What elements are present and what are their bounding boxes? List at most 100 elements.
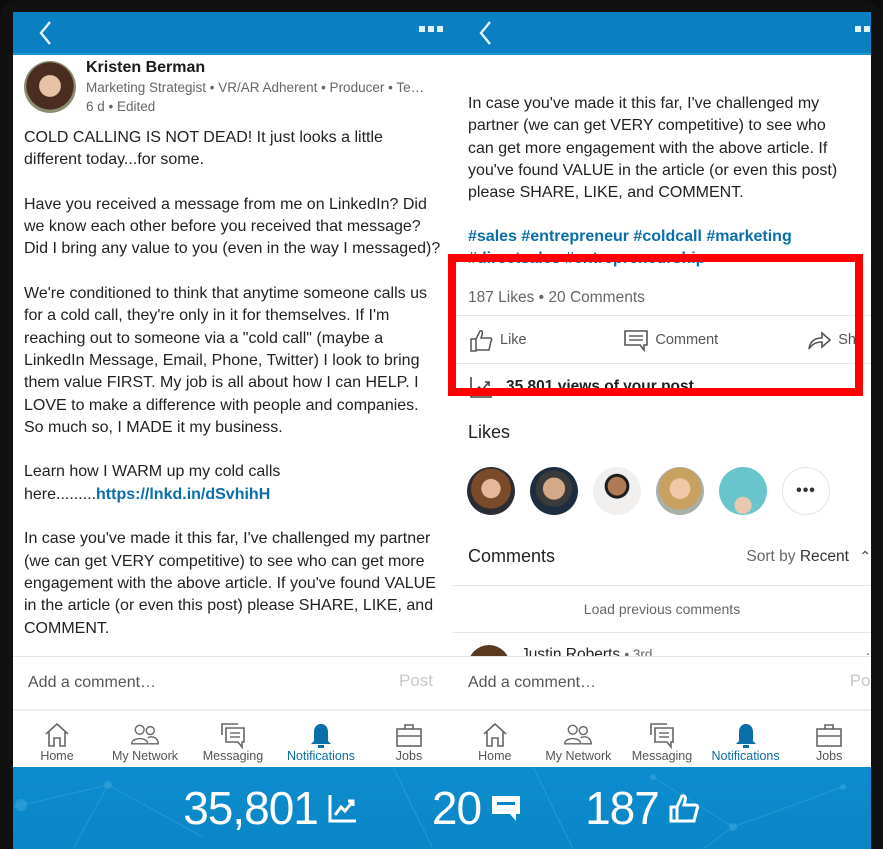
tab-label: My Network — [545, 749, 612, 763]
commenter-name[interactable]: Justin Roberts • 3rd — [521, 646, 652, 656]
chevron-left-icon — [479, 21, 491, 45]
tab-label: My Network — [112, 749, 178, 763]
post-content: Kristen Berman Marketing Strategist • VR… — [13, 57, 453, 656]
post-body: In case you've made it this far, I've ch… — [453, 93, 871, 270]
tab-messaging[interactable]: Messaging — [620, 711, 704, 767]
comment-button[interactable]: Comment — [623, 327, 806, 353]
post-body: COLD CALLING IS NOT DEAD! It just looks … — [13, 127, 453, 640]
comment-icon — [624, 330, 649, 353]
post-paragraph: In case you've made it this far, I've ch… — [24, 530, 436, 637]
liker-avatar[interactable] — [593, 467, 641, 516]
bottom-tab-bar: Home My Network Messaging Notifications … — [453, 711, 871, 767]
thumbs-up-icon — [669, 794, 699, 823]
network-icon — [564, 724, 593, 745]
tab-my-network[interactable]: My Network — [537, 711, 621, 767]
liker-avatar[interactable] — [530, 467, 578, 516]
tab-jobs[interactable]: Jobs — [365, 711, 453, 767]
liker-avatar[interactable] — [656, 467, 704, 516]
social-counts[interactable]: 187 Likes • 20 Comments — [453, 280, 871, 317]
stats-row: 35,801 20 187 — [13, 781, 871, 835]
comment-composer: Post — [13, 656, 453, 711]
messaging-icon — [221, 723, 245, 749]
sort-chevron-icon: ⌃ — [859, 548, 871, 565]
views-count-text: 35,801 views of your post — [506, 378, 694, 396]
like-button[interactable]: Like — [468, 327, 623, 353]
post-actions: Like Comment Sh — [453, 316, 871, 365]
author-name[interactable]: Kristen Berman — [86, 59, 205, 77]
messaging-icon — [650, 723, 674, 749]
comment-more-button[interactable]: ·· — [866, 645, 871, 656]
post-views[interactable]: 35,801 views of your post — [453, 364, 871, 410]
post-comment-button[interactable]: Pos — [850, 671, 871, 691]
article-link[interactable]: https://lnkd.in/dSvhihH — [96, 486, 270, 503]
tab-messaging[interactable]: Messaging — [189, 711, 277, 767]
tab-notifications[interactable]: Notifications — [704, 711, 788, 767]
comment-input[interactable] — [28, 667, 348, 699]
comments-stat: 20 — [432, 781, 523, 835]
sort-value: Recent — [799, 548, 849, 566]
more-options-button[interactable] — [419, 26, 443, 32]
bell-icon — [735, 724, 756, 748]
thumbs-up-icon — [470, 329, 493, 352]
comments-header: Comments Sort by Recent ⌃ — [453, 536, 871, 587]
share-icon — [808, 331, 832, 350]
tab-jobs[interactable]: Jobs — [787, 711, 871, 767]
analytics-trend-icon — [470, 377, 492, 399]
bottom-tab-bar: Home My Network Messaging Notifications … — [13, 711, 453, 767]
tab-label: Home — [478, 749, 512, 763]
likes-stat-value: 187 — [585, 782, 660, 834]
share-button[interactable]: Sh — [806, 327, 856, 353]
load-previous-comments-button[interactable]: Load previous comments — [453, 586, 871, 634]
likes-section-title: Likes — [468, 422, 511, 443]
stats-banner: 35,801 20 187 — [13, 767, 871, 849]
back-button[interactable] — [35, 18, 57, 48]
right-phone-screen: In case you've made it this far, I've ch… — [453, 12, 871, 767]
back-button[interactable] — [475, 18, 497, 48]
top-bar — [13, 12, 453, 55]
comments-stat-value: 20 — [431, 782, 482, 834]
commenter-avatar[interactable] — [468, 645, 510, 656]
liker-avatar[interactable] — [719, 467, 767, 516]
sort-prefix: Sort by — [746, 548, 796, 566]
network-icon — [131, 724, 159, 745]
tab-notifications[interactable]: Notifications — [277, 711, 365, 767]
comment-item: Justin Roberts • 3rd ·· — [453, 633, 871, 656]
more-options-button[interactable] — [855, 26, 871, 32]
hashtags[interactable]: #sales #entrepreneur #coldcall #marketin… — [468, 226, 856, 270]
post-comment-button[interactable]: Post — [399, 671, 433, 691]
commenter-name-text: Justin Roberts — [521, 646, 621, 656]
post-author: Kristen Berman Marketing Strategist • VR… — [13, 57, 453, 127]
views-stat-value: 35,801 — [183, 782, 319, 834]
tab-label: Jobs — [815, 749, 843, 763]
briefcase-icon — [396, 724, 422, 747]
tab-my-network[interactable]: My Network — [101, 711, 189, 767]
tab-label: Messaging — [631, 749, 693, 763]
views-stat: 35,801 — [183, 781, 360, 835]
liker-avatar[interactable] — [467, 467, 515, 516]
comment-label: Comment — [655, 331, 719, 348]
briefcase-icon — [816, 724, 842, 747]
tab-label: Messaging — [202, 749, 264, 763]
post-paragraph: We're conditioned to think that anytime … — [24, 285, 427, 436]
tab-label: Home — [40, 749, 74, 763]
like-label: Like — [500, 331, 527, 348]
tab-label: Notifications — [711, 749, 780, 763]
post-meta: 6 d • Edited — [86, 99, 156, 114]
analytics-trend-icon — [328, 795, 356, 823]
author-avatar[interactable] — [24, 61, 76, 113]
comment-input[interactable] — [468, 667, 788, 699]
comment-icon — [492, 796, 521, 821]
author-headline: Marketing Strategist • VR/AR Adherent • … — [86, 80, 425, 95]
post-paragraph: Have you received a message from me on L… — [24, 195, 441, 258]
comments-title: Comments — [468, 546, 556, 567]
tab-home[interactable]: Home — [453, 711, 537, 767]
share-label: Sh — [838, 331, 856, 348]
chevron-left-icon — [39, 21, 51, 45]
likes-stat: 187 — [585, 781, 701, 835]
sort-comments-dropdown[interactable]: Sort by Recent ⌃ — [746, 548, 871, 566]
post-paragraph: In case you've made it this far, I've ch… — [468, 95, 838, 202]
bell-icon — [311, 724, 331, 748]
comment-composer: Pos — [453, 656, 871, 711]
more-likers-button[interactable]: ••• — [782, 467, 830, 516]
tab-home[interactable]: Home — [13, 711, 101, 767]
